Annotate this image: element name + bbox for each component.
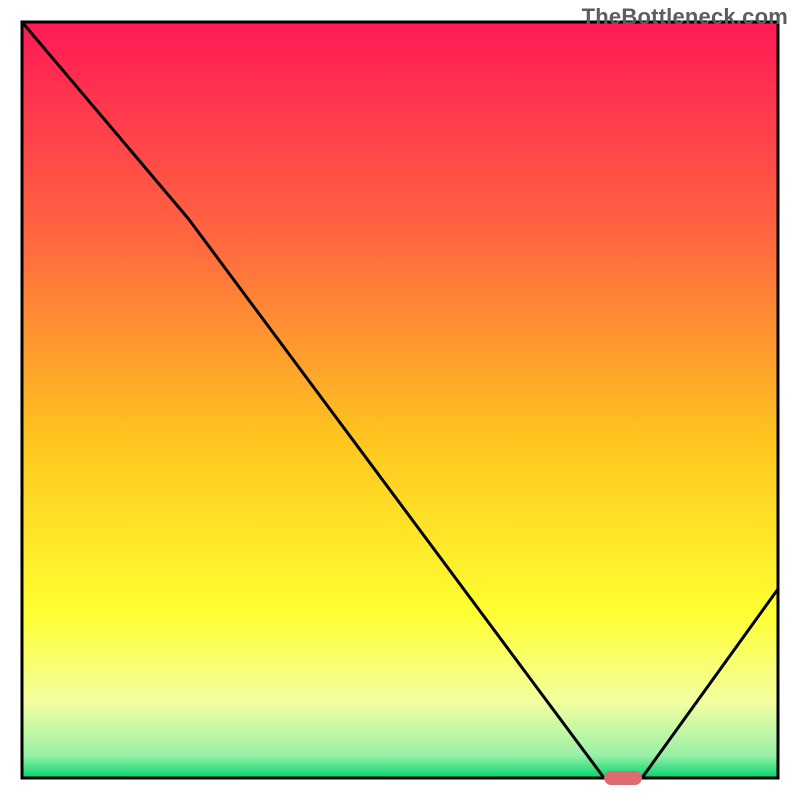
watermark-label: TheBottleneck.com — [582, 4, 788, 30]
chart-container: TheBottleneck.com — [0, 0, 800, 800]
optimal-range-marker — [604, 771, 642, 785]
bottleneck-chart — [0, 0, 800, 800]
plot-background — [22, 22, 778, 778]
